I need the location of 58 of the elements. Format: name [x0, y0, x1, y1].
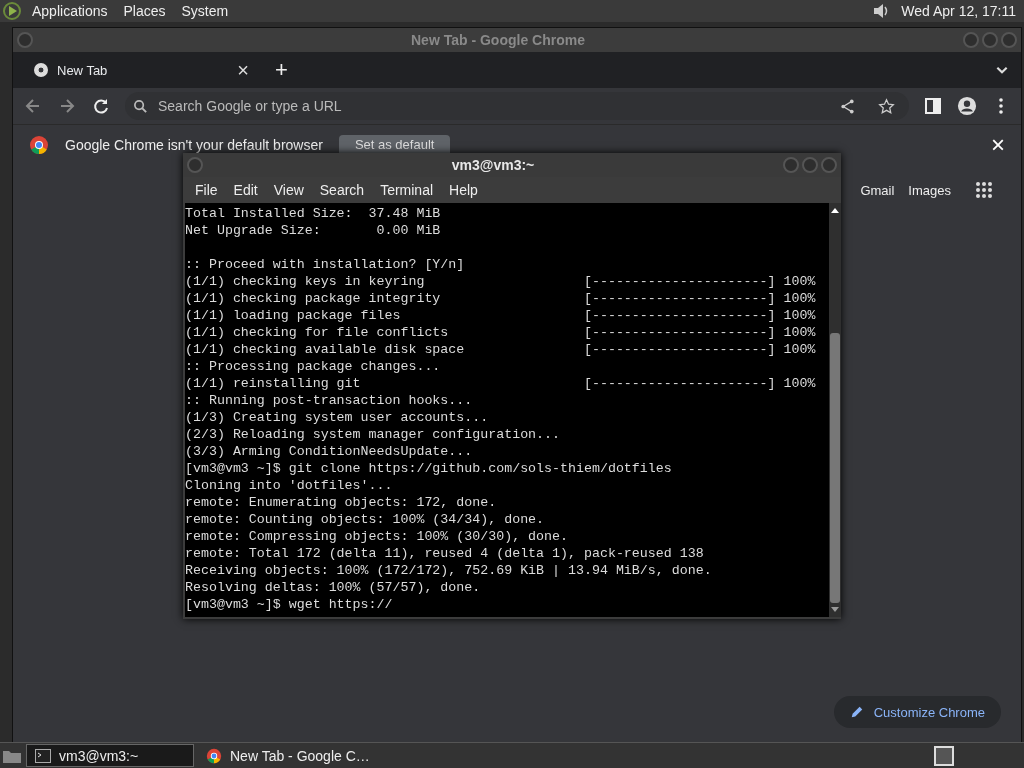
set-as-default-button[interactable]: Set as default	[338, 134, 451, 154]
search-icon	[133, 98, 148, 114]
pencil-icon	[849, 705, 864, 719]
apps-grid-icon[interactable]	[975, 181, 993, 199]
terminal-line: Net Upgrade Size: 0.00 MiB	[185, 223, 441, 238]
terminal-line: (2/3) Reloading system manager configuration...	[185, 427, 561, 442]
panel-menu[interactable]: System	[175, 3, 235, 19]
window-title: vm3@vm3:~	[450, 157, 536, 173]
terminal-line: Resolving deltas: 100% (57/57), done.	[185, 580, 481, 595]
panel-menu[interactable]: Applications	[26, 3, 114, 19]
share-icon[interactable]	[839, 97, 856, 115]
terminal-line: :: Running post-transaction hooks...	[185, 393, 473, 408]
taskbar-button[interactable]: vm3@vm3:~	[26, 744, 194, 767]
terminal-line: remote: Enumerating objects: 172, done.	[185, 495, 497, 510]
default-browser-message: Google Chrome isn't your default browser	[65, 137, 323, 153]
terminal-line: remote: Counting objects: 100% (34/34), done.	[185, 512, 545, 527]
terminal-line: (3/3) Arming ConditionNeedsUpdate...	[185, 444, 473, 459]
close-button[interactable]: ×	[991, 131, 1005, 159]
panel-menu[interactable]: Places	[117, 3, 172, 19]
menu-item[interactable]: Search	[311, 182, 373, 198]
terminal-line: Total Installed Size: 37.48 MiB	[185, 206, 441, 221]
address-bar[interactable]: Search Google or type a URL	[125, 92, 909, 120]
terminal-line: (1/1) loading package files [----------------------] 100%	[185, 308, 816, 323]
header-link[interactable]: Images	[908, 182, 951, 198]
workspace-icon[interactable]	[934, 745, 954, 766]
terminal-line: remote: Total 172 (delta 11), reused 4 (delta 1), pack-reused 138	[185, 546, 704, 561]
new-tab-button[interactable]: +	[275, 57, 288, 83]
customize-chrome-button[interactable]: Customize Chrome	[833, 696, 1001, 728]
clock[interactable]: Wed Apr 12, 17:11	[901, 3, 1018, 19]
taskbar-button[interactable]: New Tab - Google C…	[198, 745, 378, 766]
menu-item[interactable]: Terminal	[372, 182, 442, 198]
terminal-line: Receiving objects: 100% (172/172), 752.69 KiB | 13.94 MiB/s, done.	[185, 563, 712, 578]
menu-item[interactable]: File	[187, 182, 226, 198]
terminal-line: (1/1) checking available disk space [----------------------] 100%	[185, 342, 816, 357]
terminal-line: [vm3@vm3 ~]$ wget https://	[185, 597, 393, 612]
close-tab-button[interactable]: ×	[237, 58, 249, 82]
terminal-line: :: Processing package changes...	[185, 359, 441, 374]
terminal-icon	[35, 747, 51, 764]
menu-item[interactable]: Help	[441, 182, 486, 198]
window-title: New Tab - Google Chrome	[410, 32, 586, 48]
menu-item[interactable]: Edit	[225, 182, 266, 198]
header-link[interactable]: Gmail	[860, 182, 895, 198]
terminal-line: (1/1) reinstalling git [----------------------] 100%	[185, 376, 816, 391]
terminal-line: remote: Compressing objects: 100% (30/30), done.	[185, 529, 568, 544]
menu-item[interactable]: View	[265, 182, 312, 198]
menu-logo-icon[interactable]	[2, 1, 22, 21]
terminal-line: (1/1) checking keys in keyring [----------------------] 100%	[185, 274, 816, 289]
profile-avatar-icon[interactable]	[957, 96, 977, 116]
terminal-line: (1/1) checking for file conflicts [----------------------] 100%	[185, 325, 816, 340]
terminal-line: [vm3@vm3 ~]$ git clone https://github.com/sols-thiem/dotfiles	[185, 461, 672, 476]
star-icon[interactable]	[878, 97, 895, 115]
scrollbar-thumb[interactable]	[830, 333, 840, 603]
terminal-line: (1/3) Creating system user accounts...	[185, 410, 489, 425]
terminal-line: :: Proceed with installation? [Y/n]	[185, 257, 465, 272]
scrollbar[interactable]	[829, 203, 841, 617]
terminal-line: Cloning into 'dotfiles'...	[185, 478, 393, 493]
side-panel-icon[interactable]	[923, 96, 943, 116]
terminal-line: (1/1) checking package integrity [----------------------] 100%	[185, 291, 816, 306]
